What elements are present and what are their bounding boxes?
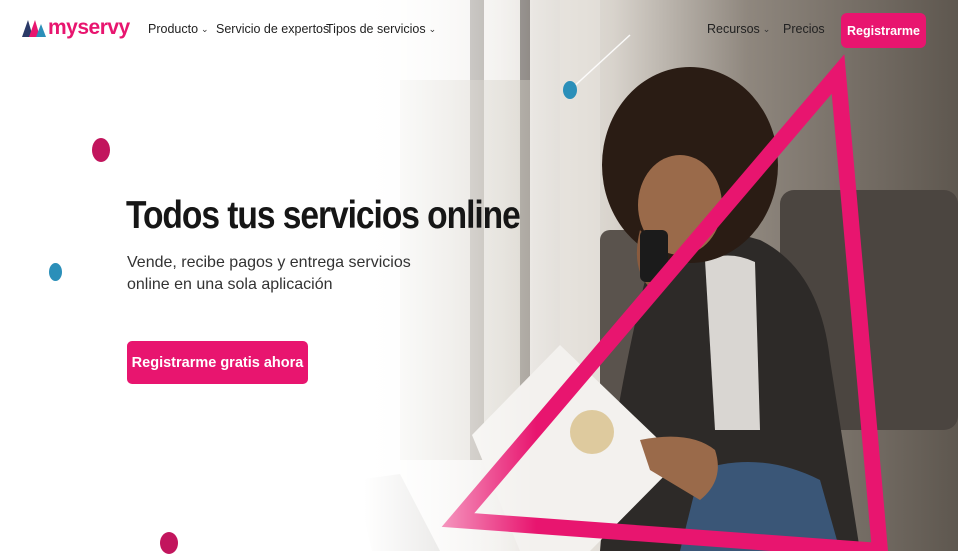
hero-subtitle: Vende, recibe pagos y entrega servicios … xyxy=(127,254,411,293)
nav-item-producto[interactable]: Producto ⌄ xyxy=(148,22,209,36)
register-button[interactable]: Registrarme xyxy=(841,13,926,48)
decorative-dot xyxy=(92,138,110,162)
chevron-down-icon: ⌄ xyxy=(201,23,209,34)
nav-item-label: Servicio de expertos xyxy=(216,22,330,36)
hero-title: Todos tus servicios online xyxy=(126,194,521,237)
nav-item-servicio-de-expertos[interactable]: Servicio de expertos xyxy=(216,22,329,36)
top-nav: myservy Producto ⌄ Servicio de expertos … xyxy=(0,0,958,62)
nav-item-label: Producto xyxy=(148,22,199,36)
decorative-dot xyxy=(563,81,577,99)
nav-item-precios[interactable]: Precios xyxy=(783,22,825,36)
register-free-button[interactable]: Registrarme gratis ahora xyxy=(127,341,308,384)
nav-item-label: Precios xyxy=(783,22,825,36)
chevron-down-icon: ⌄ xyxy=(428,23,437,34)
decorative-dot xyxy=(49,263,62,281)
nav-item-recursos[interactable]: Recursos ⌄ xyxy=(707,22,770,36)
chevron-down-icon: ⌄ xyxy=(762,23,771,34)
nav-item-label: Tipos de servicios xyxy=(326,22,426,36)
brand-logo[interactable]: myservy xyxy=(22,16,130,40)
logo-text: myservy xyxy=(48,16,130,39)
nav-item-tipos-de-servicios[interactable]: Tipos de servicios ⌄ xyxy=(326,22,436,36)
myservy-logo-icon xyxy=(22,20,46,37)
nav-item-label: Recursos xyxy=(707,22,760,36)
